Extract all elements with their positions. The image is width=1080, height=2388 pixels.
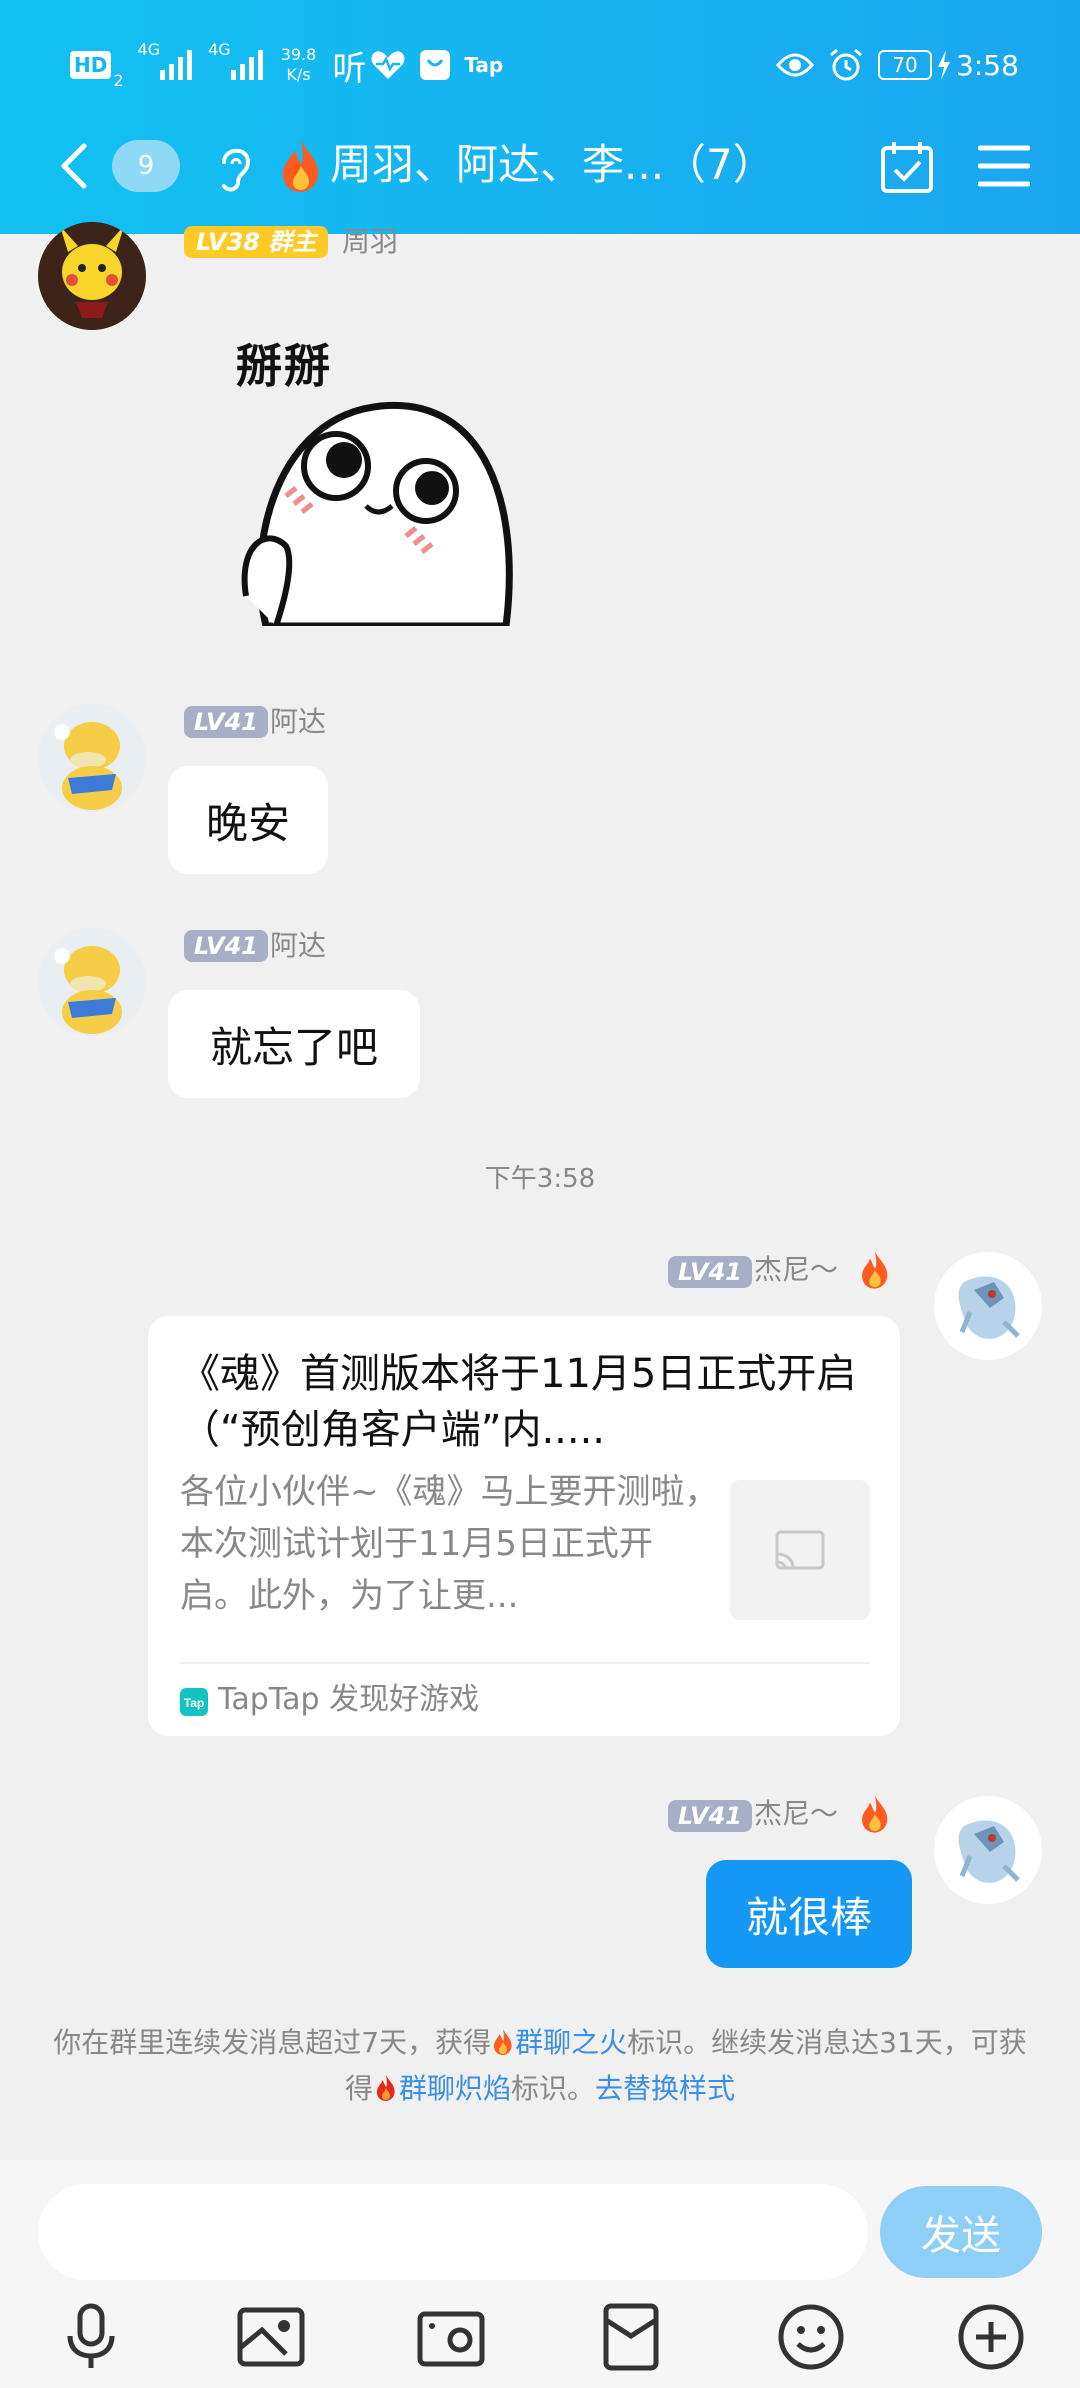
- chat-header: HD 2 4G 4G 39.8 K/s 听 Tap 70 3:58 9 周羽、阿…: [0, 0, 1080, 234]
- level-badge: LV41: [668, 1800, 752, 1832]
- alarm-icon: [830, 48, 862, 81]
- card-title: 《魂》首测版本将于11月5日正式开启（“预创角客户端”内.....: [180, 1351, 857, 1453]
- avatar[interactable]: [38, 222, 146, 330]
- avatar[interactable]: [934, 1252, 1042, 1360]
- card-divider: [180, 1662, 870, 1664]
- group-fire-notice: 你在群里连续发消息超过7天，获得 群聊之火标识。继续发消息达31天，可获得 群聊炽焰…: [40, 2020, 1040, 2112]
- psyduck-avatar-icon: [38, 704, 146, 812]
- sticker-caption: 掰掰: [236, 339, 332, 393]
- sender-name: 阿达: [270, 705, 327, 738]
- eye-icon: [776, 53, 814, 77]
- chat-title: 周羽、阿达、李...（7）: [330, 140, 775, 189]
- network-4g-1: 4G: [137, 40, 161, 59]
- sender-name: 周羽: [342, 225, 399, 258]
- net-speed-unit: K/s: [286, 65, 311, 84]
- status-bar-right: 70 3:58: [776, 40, 1019, 90]
- image-icon[interactable]: [234, 2300, 308, 2374]
- tap-notification: Tap: [464, 53, 504, 77]
- message-bubble[interactable]: 就忘了吧: [168, 990, 420, 1098]
- taptap-logo-icon: Tap: [180, 1688, 208, 1716]
- level-badge: LV41: [668, 1256, 752, 1288]
- microphone-icon[interactable]: [54, 2300, 128, 2374]
- ear-icon[interactable]: [214, 142, 254, 194]
- message-bubble-self[interactable]: 就很棒: [706, 1860, 912, 1968]
- blaze-icon: [376, 2075, 395, 2101]
- change-style-link[interactable]: 去替换样式: [595, 2072, 735, 2105]
- red-packet-icon[interactable]: [594, 2300, 668, 2374]
- group-blaze-link[interactable]: 群聊炽焰: [399, 2072, 511, 2105]
- avatar[interactable]: [38, 928, 146, 1036]
- hd-sub: 2: [113, 71, 124, 90]
- group-fire-link[interactable]: 群聊之火: [515, 2026, 627, 2059]
- level-badge: LV41: [184, 706, 268, 738]
- card-description: 各位小伙伴~《魂》马上要开测啦，本次测试计划于11月5日正式开启。此外，为了让更…: [180, 1472, 719, 1616]
- fire-icon: [862, 1251, 888, 1289]
- back-arrow-icon[interactable]: [58, 142, 88, 190]
- charging-icon: [938, 50, 950, 80]
- bye-sticker[interactable]: [236, 396, 526, 626]
- bag-icon: [420, 50, 451, 80]
- fire-icon: [494, 2029, 512, 2055]
- shared-link-card[interactable]: 《魂》首测版本将于11月5日正式开启（“预创角客户端”内..... 各位小伙伴~…: [148, 1316, 900, 1736]
- dragon-avatar-icon: [934, 1796, 1042, 1904]
- avatar[interactable]: [934, 1796, 1042, 1904]
- net-speed: 39.8 K/s: [281, 45, 317, 85]
- notice-text: 你在群里连续发消息超过7天，获得: [53, 2026, 492, 2059]
- battery-level: 70: [892, 53, 918, 77]
- signal-icon: [160, 50, 193, 80]
- signal-icon: [230, 50, 263, 80]
- sender-name: 杰尼～: [754, 1797, 839, 1830]
- avatar[interactable]: [38, 704, 146, 812]
- card-thumbnail: [730, 1480, 870, 1620]
- sender-name: 杰尼～: [754, 1253, 839, 1286]
- plus-circle-icon[interactable]: [954, 2300, 1028, 2374]
- checkin-calendar-icon[interactable]: [880, 140, 934, 194]
- pikachu-avatar-icon: [38, 222, 146, 330]
- emoji-icon[interactable]: [774, 2300, 848, 2374]
- app-notification-text: 听: [332, 48, 367, 89]
- battery-icon: 70: [878, 50, 932, 80]
- camera-icon[interactable]: [414, 2300, 488, 2374]
- image-placeholder-icon: [775, 1530, 825, 1570]
- message-input[interactable]: [38, 2184, 868, 2280]
- net-speed-value: 39.8: [280, 45, 317, 64]
- dragon-avatar-icon: [934, 1252, 1042, 1360]
- message-bubble[interactable]: 晚安: [168, 766, 328, 874]
- menu-icon[interactable]: [978, 144, 1030, 188]
- unread-count-badge[interactable]: 9: [112, 140, 180, 192]
- owner-level-badge: LV38 群主: [184, 226, 329, 258]
- hd-indicator: HD: [70, 51, 112, 79]
- sender-name: 阿达: [270, 929, 327, 962]
- level-badge: LV41: [184, 930, 268, 962]
- network-4g-2: 4G: [208, 40, 231, 59]
- fire-icon: [862, 1795, 888, 1833]
- psyduck-avatar-icon: [38, 928, 146, 1036]
- send-button[interactable]: 发送: [880, 2186, 1042, 2278]
- svg-text:Tap: Tap: [184, 1696, 204, 1710]
- notice-text: 标识。: [511, 2072, 596, 2105]
- status-time: 3:58: [956, 48, 1019, 82]
- status-bar-left: HD 2 4G 4G 39.8 K/s 听 Tap: [70, 40, 503, 90]
- message-timestamp: 下午3:58: [484, 1164, 596, 1194]
- fire-icon: [282, 140, 319, 192]
- card-source: TapTap 发现好游戏: [218, 1682, 480, 1717]
- heart-pulse-icon: [371, 51, 405, 79]
